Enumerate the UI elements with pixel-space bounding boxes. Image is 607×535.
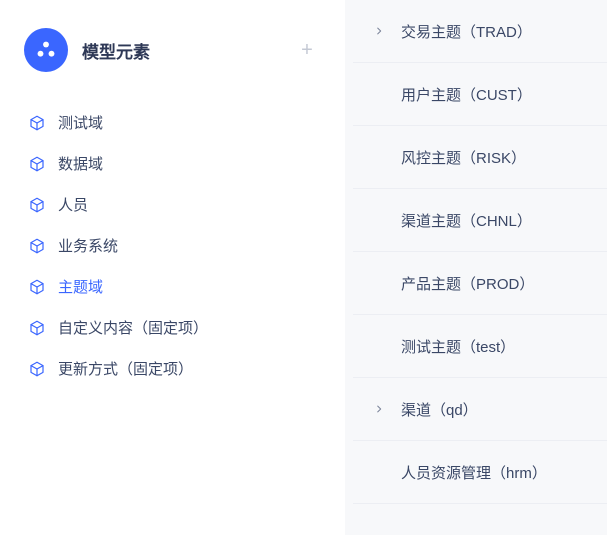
tree-item[interactable]: 渠道（qd） [353,378,607,441]
tree-item[interactable]: 用户主题（CUST） [353,63,607,126]
cube-icon [28,196,46,214]
chevron-right-icon [371,23,387,39]
tree-item[interactable]: 渠道主题（CHNL） [353,189,607,252]
tree-item-label: 渠道（qd） [401,399,478,420]
tree-item[interactable]: 风控主题（RISK） [353,126,607,189]
tree-item-label: 渠道主题（CHNL） [401,210,532,231]
nav-item[interactable]: 主题域 [24,266,321,307]
nav-item-label: 业务系统 [58,235,118,256]
nav-item[interactable]: 数据域 [24,143,321,184]
right-panel: 交易主题（TRAD） 用户主题（CUST） 风控主题（RISK） 渠道主题（CHNL）… [345,0,607,535]
cube-icon [28,155,46,173]
tree-item-label: 人员资源管理（hrm） [401,462,547,483]
nav-item-label: 主题域 [58,276,103,297]
cube-icon [28,237,46,255]
tree-item-label: 产品主题（PROD） [401,273,534,294]
nav-item[interactable]: 业务系统 [24,225,321,266]
nav-item[interactable]: 测试域 [24,102,321,143]
tree-item-label: 用户主题（CUST） [401,84,532,105]
nav-list: 测试域数据域人员业务系统主题域自定义内容（固定项） 更新方式（固定项） [24,102,321,389]
cube-icon [28,114,46,132]
tree-item[interactable]: 交易主题（TRAD） [353,0,607,63]
tree-item[interactable]: 测试主题（test） [353,315,607,378]
nav-item-label: 测试域 [58,112,103,133]
tree-item-label: 测试主题（test） [401,336,515,357]
tree-item-label: 交易主题（TRAD） [401,21,532,42]
nav-item-label: 人员 [58,194,88,215]
nav-item[interactable]: 更新方式（固定项） [24,348,321,389]
tree-item[interactable]: 人员资源管理（hrm） [353,441,607,504]
modules-icon [24,28,68,72]
nav-item-label: 更新方式（固定项） [58,358,193,379]
left-panel: 模型元素 + 测试域数据域人员业务系统主题域自定义内容（固定项） 更新方式（固定项… [0,0,345,535]
cube-icon [28,360,46,378]
nav-item-label: 自定义内容（固定项） [58,317,208,338]
left-panel-title: 模型元素 [82,38,279,63]
tree-list: 交易主题（TRAD） 用户主题（CUST） 风控主题（RISK） 渠道主题（CHNL）… [353,0,607,504]
cube-icon [28,319,46,337]
add-element-button[interactable]: + [293,36,321,64]
nav-item[interactable]: 人员 [24,184,321,225]
left-header: 模型元素 + [24,28,321,72]
chevron-right-icon [371,401,387,417]
plus-icon: + [301,39,313,62]
tree-item[interactable]: 产品主题（PROD） [353,252,607,315]
nav-item-label: 数据域 [58,153,103,174]
nav-item[interactable]: 自定义内容（固定项） [24,307,321,348]
tree-item-label: 风控主题（RISK） [401,147,526,168]
cube-icon [28,278,46,296]
